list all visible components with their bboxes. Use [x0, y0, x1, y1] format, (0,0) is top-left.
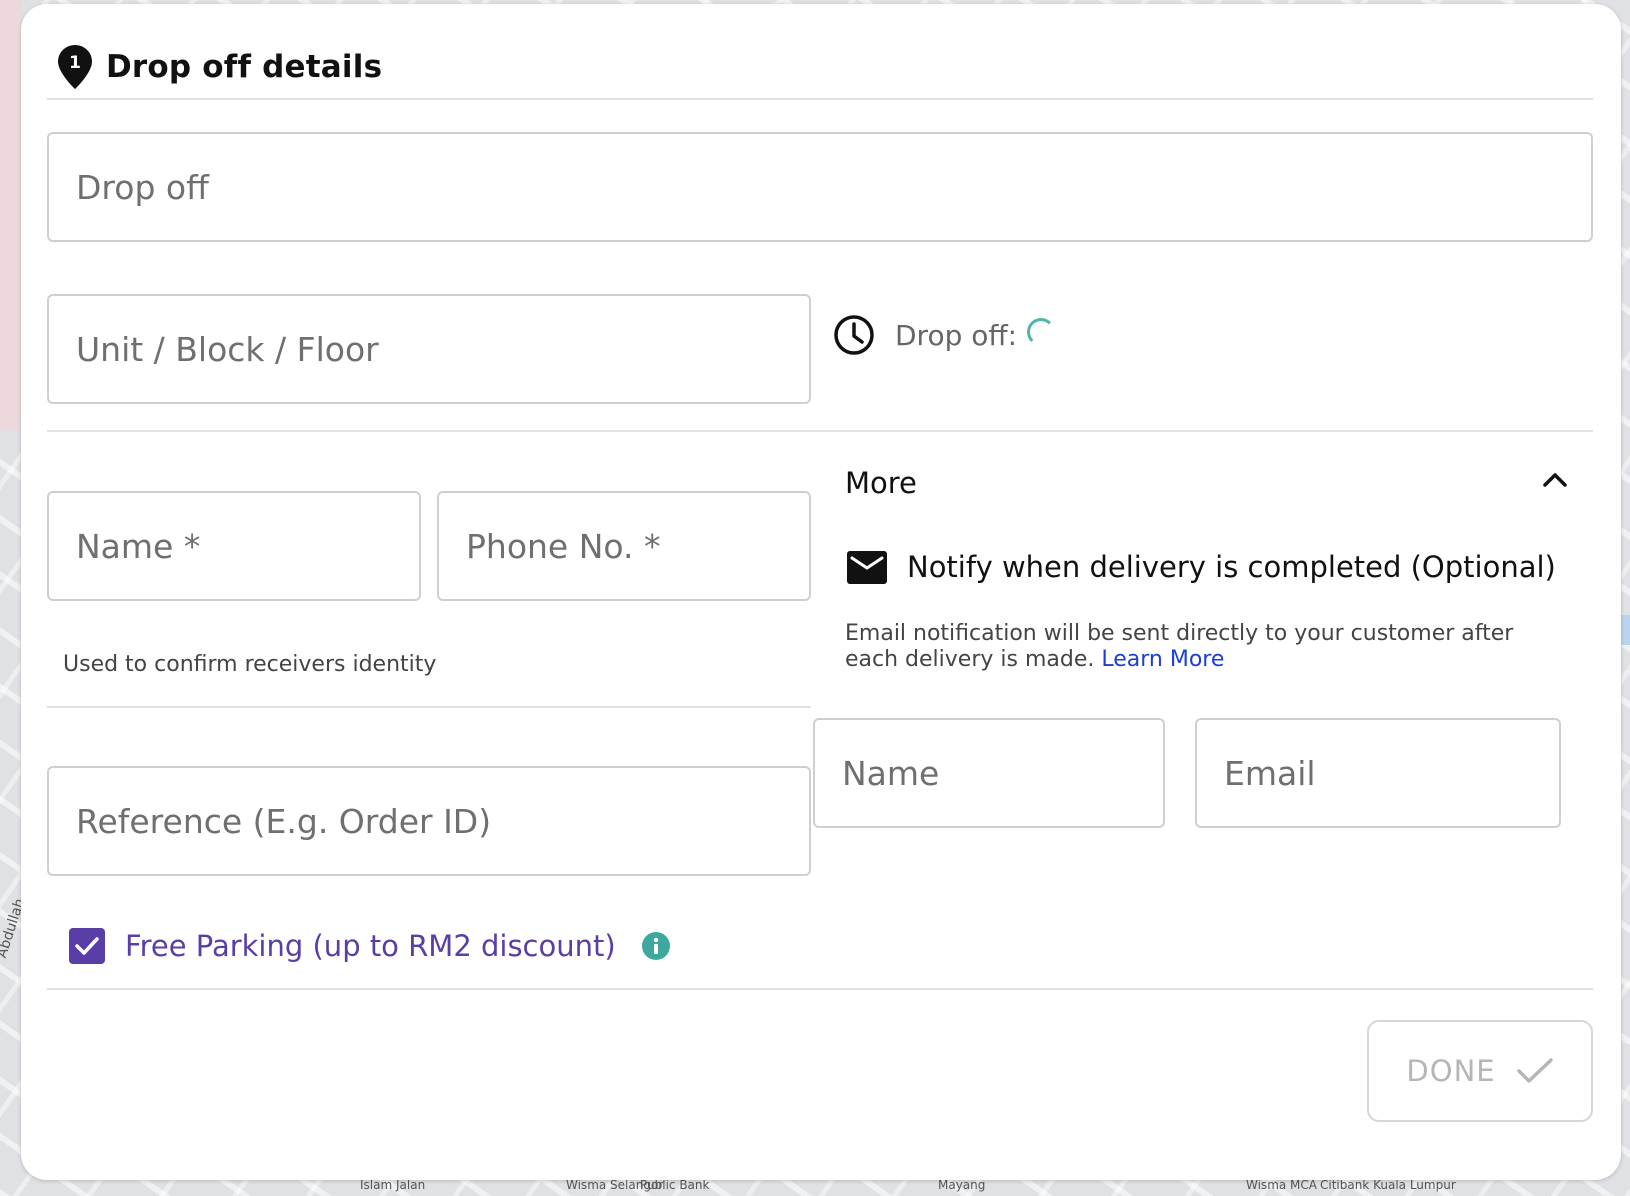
learn-more-link[interactable]: Learn More — [1101, 647, 1224, 672]
unit-placeholder: Unit / Block / Floor — [76, 329, 379, 369]
notify-email-input[interactable]: Email — [1195, 718, 1561, 828]
drop-off-eta: Drop off: — [833, 314, 1056, 356]
more-section-label[interactable]: More — [845, 466, 917, 500]
dialog-title: Drop off details — [106, 49, 383, 85]
step-number: 1 — [69, 53, 81, 73]
footer-divider — [47, 988, 1593, 990]
done-label: DONE — [1406, 1054, 1496, 1088]
recipient-phone-input[interactable]: Phone No. * — [437, 491, 811, 601]
reference-placeholder: Reference (E.g. Order ID) — [76, 801, 492, 841]
map-label: Public Bank — [640, 1178, 710, 1192]
unit-block-floor-input[interactable]: Unit / Block / Floor — [47, 294, 811, 404]
drop-off-dialog: 1 Drop off details Drop off Unit / Block… — [21, 4, 1621, 1180]
notification-note: Email notification will be sent directly… — [845, 621, 1545, 673]
drop-off-address-input[interactable]: Drop off — [47, 132, 1593, 242]
notify-name-placeholder: Name — [842, 753, 940, 793]
done-button[interactable]: DONE — [1367, 1020, 1593, 1122]
phone-placeholder: Phone No. * — [466, 526, 661, 566]
header-divider — [47, 98, 1593, 100]
section-divider — [47, 430, 1593, 432]
check-icon — [75, 937, 99, 955]
free-parking-option: Free Parking (up to RM2 discount) — [69, 928, 670, 964]
identity-hint: Used to confirm receivers identity — [63, 652, 437, 677]
notify-name-input[interactable]: Name — [813, 718, 1165, 828]
map-label: Islam Jalan — [360, 1178, 426, 1192]
check-icon — [1516, 1058, 1553, 1083]
map-label: Mayang — [938, 1178, 986, 1192]
notify-email-placeholder: Email — [1224, 753, 1316, 793]
info-icon[interactable] — [641, 932, 670, 960]
name-placeholder: Name * — [76, 526, 201, 566]
notify-option: Notify when delivery is completed (Optio… — [847, 550, 1556, 584]
mail-icon — [847, 550, 887, 584]
clock-icon — [834, 315, 874, 355]
recipient-name-input[interactable]: Name * — [47, 491, 421, 601]
dialog-header: 1 Drop off details — [57, 44, 382, 90]
drop-off-placeholder: Drop off — [76, 167, 209, 207]
reference-input[interactable]: Reference (E.g. Order ID) — [47, 766, 811, 876]
loading-spinner-icon — [1027, 318, 1056, 346]
free-parking-checkbox[interactable] — [69, 928, 105, 964]
map-label: Citibank Kuala Lumpur — [1320, 1178, 1456, 1192]
chevron-up-icon[interactable] — [1541, 468, 1569, 490]
map-label: Wisma MCA — [1246, 1178, 1317, 1192]
notify-label: Notify when delivery is completed (Optio… — [907, 550, 1556, 584]
eta-label: Drop off: — [895, 318, 1018, 352]
free-parking-label[interactable]: Free Parking (up to RM2 discount) — [125, 929, 616, 963]
map-pin-icon: 1 — [58, 45, 92, 89]
left-divider — [47, 706, 811, 708]
